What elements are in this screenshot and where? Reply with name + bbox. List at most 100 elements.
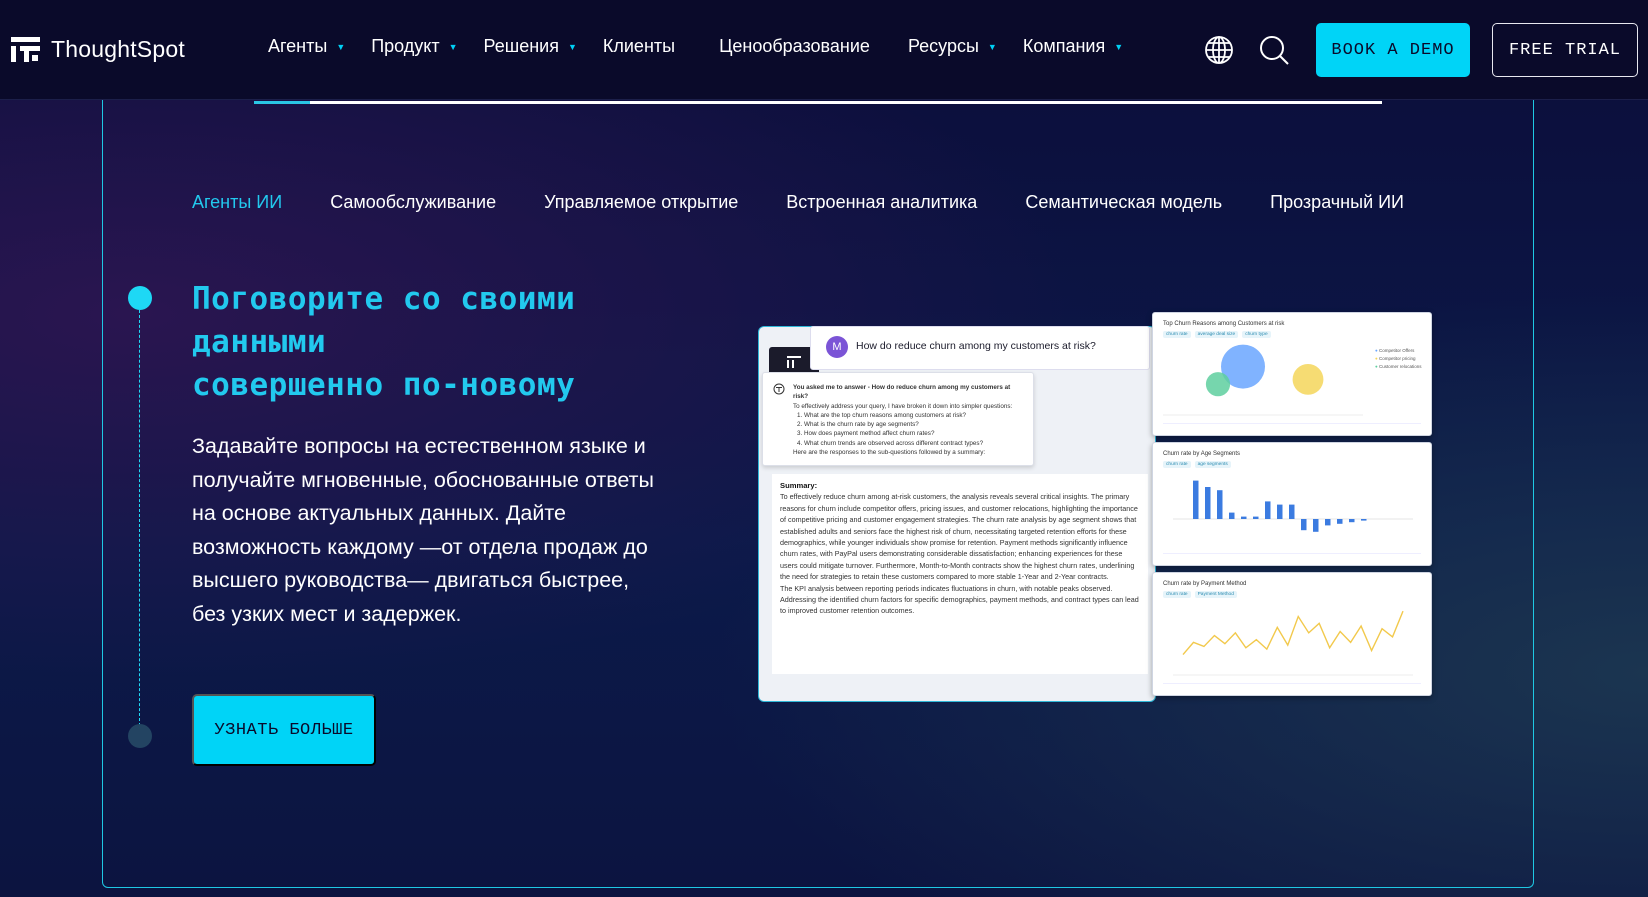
main-menu: Агенты ▼ Продукт ▼ Решения ▼ Клиенты Цен… (268, 36, 1149, 57)
bar (1325, 519, 1331, 526)
panel-chips: churn rate Payment Method (1163, 591, 1237, 598)
sub-questions-card: You asked me to answer - How do reduce c… (762, 372, 1034, 466)
tab-ai-agents[interactable]: Агенты ИИ (192, 192, 282, 213)
hero-headline: Поговорите со своими данными совершенно … (192, 278, 712, 407)
menu-item-solutions[interactable]: Решения ▼ (484, 36, 577, 57)
bubble-legend: ● Competitor Offers ● Competitor pricing… (1375, 347, 1422, 371)
product-screenshot: M How do reduce churn among my customers… (758, 312, 1438, 718)
chip: churn type (1242, 331, 1271, 338)
thoughtspot-logo-icon (11, 34, 41, 64)
menu-item-pricing[interactable]: Ценообразование (719, 36, 870, 57)
ask-intro: You asked me to answer - How do reduce c… (793, 384, 1011, 401)
bubble-point (1205, 372, 1231, 397)
book-demo-button[interactable]: BOOK A DEMO (1316, 23, 1470, 77)
bar (1265, 501, 1271, 519)
carousel-progress-fill (254, 101, 311, 104)
menu-item-label: Агенты (268, 36, 328, 56)
bar (1205, 487, 1211, 519)
menu-item-agents[interactable]: Агенты ▼ (268, 36, 345, 57)
ask-line: Here are the responses to the sub-questi… (793, 449, 986, 457)
bar (1229, 512, 1235, 519)
summary-text: To effectively reduce churn among at-ris… (780, 492, 1138, 582)
user-avatar: M (826, 336, 848, 358)
tab-self-service[interactable]: Самообслуживание (330, 192, 496, 213)
panel-title: Top Churn Reasons among Customers at ris… (1163, 321, 1285, 327)
menu-item-customers[interactable]: Клиенты (603, 36, 675, 57)
panel-footer (1163, 683, 1421, 689)
panel-footer (1163, 553, 1421, 559)
legend-entry: ● Competitor pricing (1375, 356, 1416, 361)
timeline-line (139, 310, 140, 726)
panel-chips: churn rate average deal size churn type (1163, 331, 1271, 338)
menu-item-resources[interactable]: Ресурсы ▼ (908, 36, 997, 57)
chip: churn rate (1163, 461, 1191, 468)
chip: Payment Method (1194, 591, 1237, 598)
panel-title: Churn rate by Payment Method (1163, 581, 1247, 587)
menu-item-label: Ресурсы (907, 36, 979, 56)
legend-label: Customer relocations (1378, 364, 1422, 369)
bar-chart (1173, 480, 1413, 532)
assistant-icon (773, 383, 785, 398)
chart-panel-age-segments: Churn rate by Age Segments churn rate ag… (1152, 442, 1432, 566)
chart-panel-churn-reasons: Top Churn Reasons among Customers at ris… (1152, 312, 1432, 436)
menu-item-label: Продукт (371, 36, 440, 56)
bubble-point (1292, 364, 1324, 395)
panel-footer (1163, 423, 1421, 429)
ask-line: 1. What are the top churn reasons among … (797, 411, 967, 419)
chip: average deal size (1194, 331, 1239, 338)
bar (1217, 490, 1223, 519)
headline-line: данными (192, 324, 327, 360)
panel-chips: churn rate age segments (1163, 461, 1231, 468)
globe-icon[interactable] (1203, 34, 1235, 66)
summary-title: Summary: (780, 481, 818, 490)
ask-line: 4. What churn trends are observed across… (797, 439, 984, 447)
menu-item-label: Клиенты (602, 36, 676, 56)
caret-down-icon: ▼ (987, 41, 997, 52)
bar (1289, 504, 1295, 519)
caret-down-icon: ▼ (336, 41, 346, 52)
tab-guided-discovery[interactable]: Управляемое открытие (544, 192, 738, 213)
caret-down-icon: ▼ (448, 41, 458, 52)
ask-line: 2. What is the churn rate by age segment… (797, 421, 919, 429)
menu-item-company[interactable]: Компания ▼ (1023, 36, 1123, 57)
caret-down-icon: ▼ (567, 41, 577, 52)
mockup-question: How do reduce churn among my customers a… (856, 340, 1096, 352)
menu-item-label: Компания (1022, 36, 1106, 56)
bar (1193, 480, 1199, 519)
menu-item-label: Ценообразование (719, 36, 870, 56)
ask-line: To effectively address your query, I hav… (793, 402, 1013, 410)
summary-text-2: The KPI analysis between reporting perio… (780, 583, 1139, 616)
menu-item-label: Решения (483, 36, 559, 56)
top-nav: ThoughtSpot Агенты ▼ Продукт ▼ Решения ▼… (0, 0, 1648, 100)
headline-line: совершенно по-новому (192, 367, 576, 403)
bar (1349, 519, 1355, 523)
free-trial-button[interactable]: FREE TRIAL (1492, 23, 1638, 77)
search-icon[interactable] (1258, 34, 1290, 66)
legend-label: Competitor pricing (1378, 356, 1416, 361)
bar (1313, 519, 1319, 532)
menu-item-product[interactable]: Продукт ▼ (371, 36, 457, 57)
carousel-progress-track (254, 101, 1382, 104)
chip: churn rate (1163, 331, 1191, 338)
learn-more-button[interactable]: УЗНАТЬ БОЛЬШЕ (192, 694, 376, 766)
bar (1277, 504, 1283, 519)
bar (1301, 519, 1307, 531)
line-chart (1173, 610, 1413, 676)
chip: age segments (1194, 461, 1231, 468)
ask-line: 3. How does payment method affect churn … (797, 430, 935, 438)
summary-block: Summary: To effectively reduce churn amo… (772, 474, 1148, 674)
panel-title: Churn rate by Age Segments (1163, 451, 1241, 457)
tab-embedded-analytics[interactable]: Встроенная аналитика (786, 192, 977, 213)
legend-label: Competitor Offers (1378, 348, 1415, 353)
legend-entry: ● Competitor Offers (1375, 348, 1415, 353)
legend-entry: ● Customer relocations (1375, 364, 1422, 369)
caret-down-icon: ▼ (1114, 41, 1124, 52)
bar (1253, 516, 1259, 519)
tab-semantic-model[interactable]: Семантическая модель (1025, 192, 1222, 213)
chart-panel-payment-method: Churn rate by Payment Method churn rate … (1152, 572, 1432, 696)
tab-transparent-ai[interactable]: Прозрачный ИИ (1270, 192, 1404, 213)
series-line (1182, 610, 1404, 656)
bubble-chart (1163, 344, 1363, 416)
logo[interactable]: ThoughtSpot (11, 34, 185, 64)
timeline-dot-end (128, 724, 152, 748)
